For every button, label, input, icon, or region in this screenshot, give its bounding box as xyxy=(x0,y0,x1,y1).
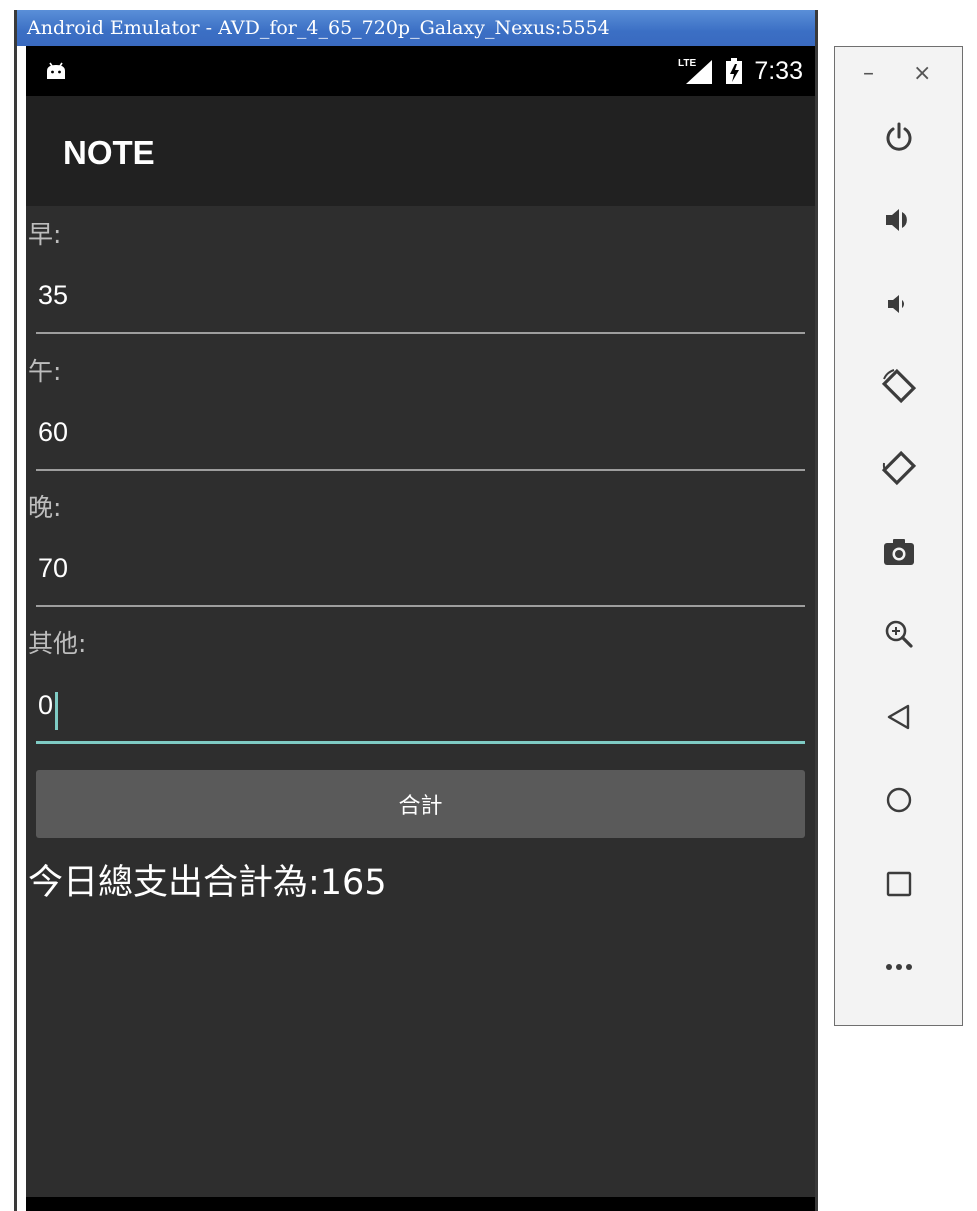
emulator-control-panel: – × xyxy=(834,46,963,1026)
app-bar: NOTE xyxy=(26,96,815,206)
home-icon xyxy=(886,787,911,813)
rotate-right-button[interactable] xyxy=(835,443,962,493)
dinner-label: 晚: xyxy=(28,493,62,522)
field-underline xyxy=(36,469,805,471)
overview-icon xyxy=(886,871,911,897)
android-icon xyxy=(47,62,65,79)
screenshot-button[interactable] xyxy=(835,527,962,577)
lunch-input[interactable]: 60 xyxy=(36,411,805,471)
breakfast-label: 早: xyxy=(28,220,62,249)
zoom-button[interactable] xyxy=(835,609,962,659)
back-button[interactable] xyxy=(835,692,962,742)
clock: 7:33 xyxy=(754,56,803,85)
lunch-label: 午: xyxy=(28,357,62,386)
minimize-button[interactable]: – xyxy=(863,61,874,86)
overview-button[interactable] xyxy=(835,859,962,909)
breakfast-value: 35 xyxy=(38,280,69,310)
volume-up-icon xyxy=(885,209,907,231)
network-type-label: LTE xyxy=(678,58,696,69)
volume-down-icon xyxy=(887,295,904,313)
rotate-left-icon xyxy=(881,368,916,404)
back-icon xyxy=(887,704,909,730)
window-titlebar[interactable]: Android Emulator - AVD_for_4_65_720p_Gal… xyxy=(17,10,815,46)
rotate-left-button[interactable] xyxy=(835,361,962,411)
battery-charging-icon xyxy=(726,58,743,84)
power-icon xyxy=(886,122,911,151)
status-icons: LTE 7:33 xyxy=(678,54,803,88)
home-button[interactable] xyxy=(835,775,962,825)
status-bar: LTE 7:33 xyxy=(26,46,815,96)
navigation-bar xyxy=(26,1197,815,1211)
volume-up-button[interactable] xyxy=(835,195,962,245)
other-value: 0 xyxy=(38,690,54,720)
more-icon xyxy=(885,964,912,970)
volume-down-button[interactable] xyxy=(835,279,962,329)
power-button[interactable] xyxy=(835,113,962,163)
phone-screen: LTE 7:33 NOTE 早: 35 午: 60 晚: 70 其他: 0 合計… xyxy=(26,46,815,1211)
window-title: Android Emulator - AVD_for_4_65_720p_Gal… xyxy=(27,17,610,39)
field-underline xyxy=(36,332,805,334)
lte-signal-icon: LTE xyxy=(678,58,713,84)
rotate-right-icon xyxy=(881,450,916,486)
other-input[interactable]: 0 xyxy=(36,684,805,744)
emulator-window: Android Emulator - AVD_for_4_65_720p_Gal… xyxy=(14,10,818,1211)
dinner-value: 70 xyxy=(38,553,69,583)
camera-icon xyxy=(883,539,914,565)
text-cursor xyxy=(55,692,58,730)
dinner-input[interactable]: 70 xyxy=(36,547,805,607)
other-label: 其他: xyxy=(28,629,87,658)
total-result-text: 今日總支出合計為:165 xyxy=(28,863,387,903)
field-underline xyxy=(36,605,805,607)
lunch-value: 60 xyxy=(38,417,69,447)
more-button[interactable] xyxy=(835,942,962,992)
app-title: NOTE xyxy=(63,134,155,171)
breakfast-input[interactable]: 35 xyxy=(36,274,805,334)
field-underline-focused xyxy=(36,741,805,744)
zoom-icon xyxy=(885,620,913,648)
sum-button[interactable]: 合計 xyxy=(36,770,805,838)
close-button[interactable]: × xyxy=(913,61,931,86)
